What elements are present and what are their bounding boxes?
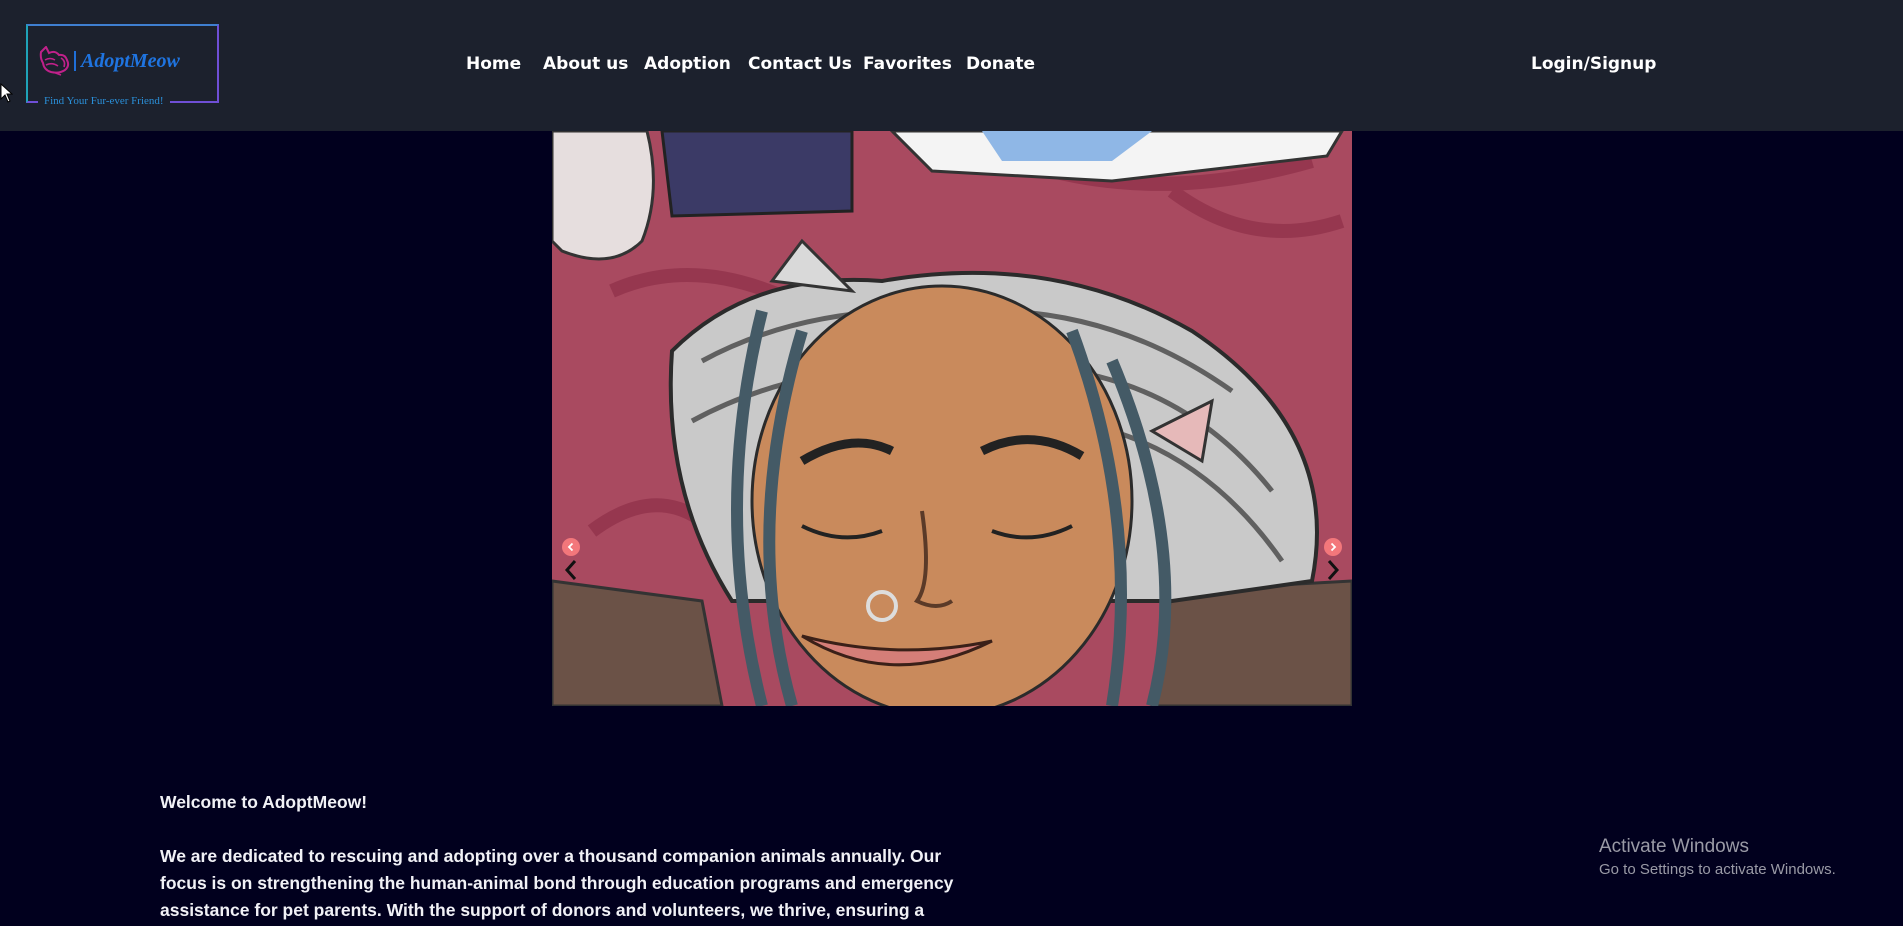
login-signup-link[interactable]: Login/Signup (1531, 54, 1656, 74)
carousel-prev-dot[interactable] (562, 538, 580, 556)
nav-favorites[interactable]: Favorites (863, 54, 952, 74)
carousel-next-arrow-icon[interactable] (1326, 559, 1340, 581)
nav-about-us[interactable]: About us (543, 54, 628, 74)
watermark-title: Activate Windows (1599, 836, 1749, 857)
chevron-left-icon (567, 542, 574, 552)
mouse-cursor-icon (0, 83, 13, 103)
site-logo[interactable]: AdoptMeow Find Your Fur-ever Friend! (26, 24, 219, 108)
logo-tagline: Find Your Fur-ever Friend! (38, 94, 170, 108)
logo-divider (74, 51, 76, 71)
carousel-slide-image (552, 131, 1352, 706)
cat-logo-icon (39, 46, 70, 76)
nav-adoption[interactable]: Adoption (644, 54, 731, 74)
nav-home[interactable]: Home (466, 54, 521, 74)
intro-section: Welcome to AdoptMeow! We are dedicated t… (160, 789, 990, 924)
intro-paragraph: We are dedicated to rescuing and adoptin… (160, 846, 954, 920)
navbar: AdoptMeow Find Your Fur-ever Friend! Hom… (0, 0, 1903, 131)
logo-name: AdoptMeow (81, 50, 180, 72)
carousel-prev-arrow-icon[interactable] (564, 559, 578, 581)
nav-contact-us[interactable]: Contact Us (748, 54, 852, 74)
carousel-next-dot[interactable] (1324, 538, 1342, 556)
watermark-subtitle: Go to Settings to activate Windows. (1599, 861, 1836, 878)
chevron-right-icon (1330, 542, 1337, 552)
windows-activation-watermark: Activate Windows Go to Settings to activ… (1599, 836, 1836, 878)
nav-donate[interactable]: Donate (966, 54, 1035, 74)
intro-heading: Welcome to AdoptMeow! (160, 792, 368, 812)
hero-carousel[interactable] (552, 131, 1352, 706)
